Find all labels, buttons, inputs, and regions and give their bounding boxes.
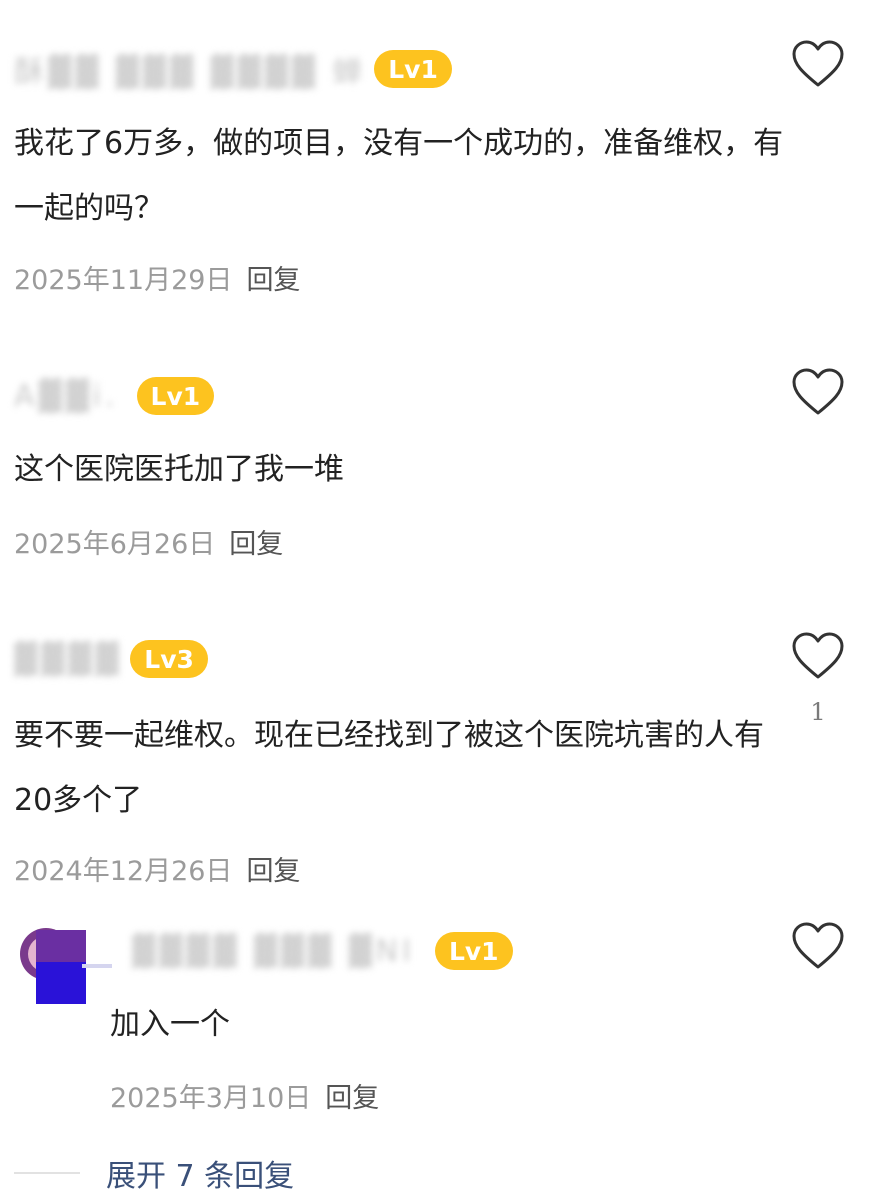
comment-text: 这个医院医托加了我一堆 [14,452,344,487]
comment-text: 要不要一起维权。现在已经找到了被这个医院坑害的人有20多个了 [14,718,764,818]
comment-date: 2024年12月26日 [14,856,233,887]
heart-outline-icon [792,368,844,415]
divider [14,1172,80,1174]
comment-meta: 2025年6月26日 回复 [14,522,283,561]
comment-date: 2025年3月10日 [110,1083,312,1114]
comment-text: 加入一个 [110,1007,230,1042]
heart-outline-icon [792,922,844,969]
reply-button[interactable]: 回复 [246,265,300,296]
comment-meta: 2025年3月10日 回复 [110,1076,379,1115]
comment-date: 2025年6月26日 [14,529,216,560]
heart-outline-icon [792,40,844,87]
username[interactable]: 酥▓▓ ▓▓▓ ▓▓▓▓ 蝉 [14,47,366,91]
reply-button[interactable]: 回复 [229,529,283,560]
level-badge: Lv1 [374,50,452,88]
expand-replies-row[interactable]: 展开 7 条回复 [0,1148,294,1198]
like-button[interactable]: 1 [790,632,846,726]
user-avatar[interactable] [12,920,112,1008]
comment-meta: 2024年12月26日 回复 [14,849,300,888]
like-button[interactable] [790,368,846,434]
like-button[interactable] [790,40,846,106]
comment-date: 2025年11月29日 [14,265,233,296]
like-count: 1 [810,698,826,726]
expand-replies-link[interactable]: 展开 7 条回复 [106,1151,294,1195]
level-badge: Lv3 [130,640,208,678]
comment-text: 我花了6万多，做的项目，没有一个成功的，准备维权，有一起的吗？ [14,126,784,226]
username[interactable]: ▓▓▓▓ [14,642,122,677]
like-button[interactable] [790,922,846,988]
username[interactable]: A▓▓i. [14,379,119,414]
comment-header: 酥▓▓ ▓▓▓ ▓▓▓▓ 蝉 Lv1 [14,44,452,94]
username[interactable]: ▓▓▓▓ ▓▓▓ ▓NI [132,934,415,969]
comment-list: 酥▓▓ ▓▓▓ ▓▓▓▓ 蝉 Lv1 我花了6万多，做的项目，没有一个成功的，准… [0,0,894,1198]
level-badge: Lv1 [136,377,215,415]
reply-button[interactable]: 回复 [325,1083,379,1114]
level-badge: Lv1 [434,932,513,970]
heart-outline-icon [792,632,844,679]
comment-header: ▓▓▓▓ ▓▓▓ ▓NI Lv1 [132,926,513,976]
comment-meta: 2025年11月29日 回复 [14,258,300,297]
comment-header: A▓▓i. Lv1 [14,371,215,421]
comment-header: ▓▓▓▓ Lv3 [14,634,208,684]
reply-button[interactable]: 回复 [246,856,300,887]
